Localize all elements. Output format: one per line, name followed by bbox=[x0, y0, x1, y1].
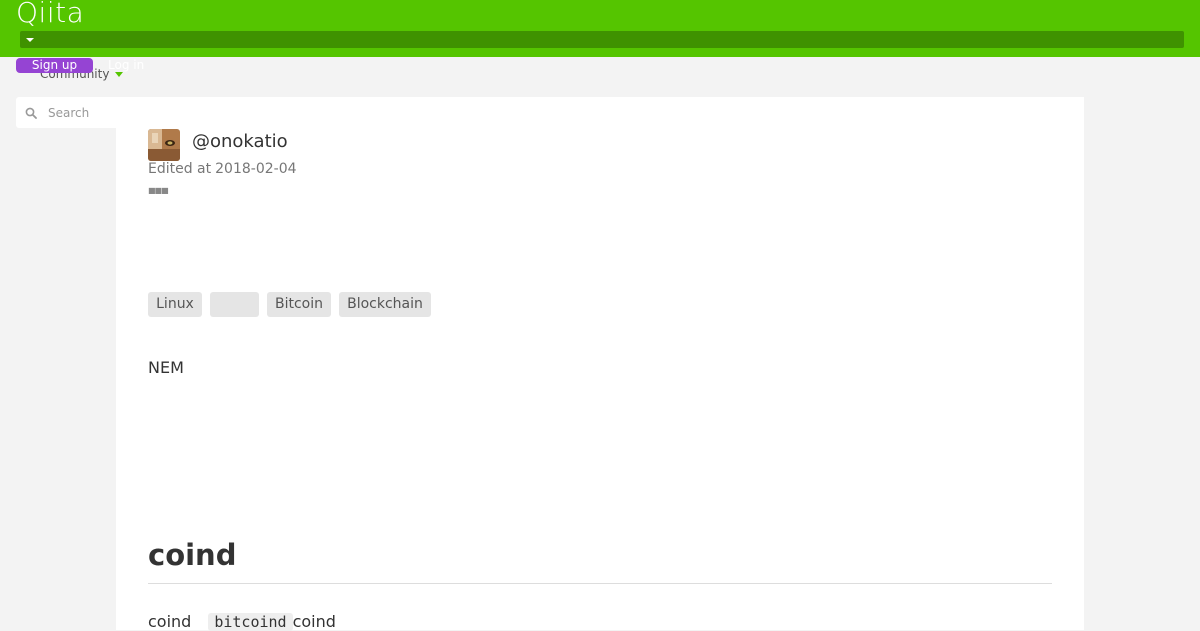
login-link[interactable]: Log in bbox=[108, 58, 144, 73]
edited-date: 2018-02-04 bbox=[215, 161, 297, 177]
search-icon bbox=[25, 107, 37, 119]
top-header-bar: Qiita bbox=[0, 0, 1200, 57]
tag-untitled[interactable] bbox=[210, 292, 259, 317]
search-input[interactable] bbox=[48, 97, 126, 128]
paragraph-prefix: coind bbox=[148, 612, 192, 631]
caret-down-icon bbox=[26, 38, 34, 42]
more-dots-icon[interactable]: ■■■ bbox=[148, 186, 169, 195]
tag-bitcoin[interactable]: Bitcoin bbox=[267, 292, 331, 317]
tag-blockchain[interactable]: Blockchain bbox=[339, 292, 431, 317]
section-heading: coind bbox=[148, 538, 237, 572]
heading-divider bbox=[148, 583, 1052, 584]
cat-avatar-image bbox=[148, 129, 180, 161]
paragraph-suffix: coind bbox=[292, 612, 336, 631]
paragraph: coind bitcoind coind bbox=[148, 612, 336, 631]
inline-code: bitcoind bbox=[208, 613, 293, 631]
qiita-logo[interactable]: Qiita bbox=[16, 0, 84, 29]
author-name[interactable]: @onokatio bbox=[192, 131, 288, 152]
tag-linux[interactable]: Linux bbox=[148, 292, 202, 317]
signup-button[interactable]: Sign up bbox=[16, 58, 93, 73]
intro-text: NEM bbox=[148, 358, 184, 377]
edited-label: Edited at bbox=[148, 161, 212, 177]
menu-dropdown-bar[interactable] bbox=[20, 31, 1184, 48]
avatar[interactable] bbox=[148, 129, 180, 161]
edited-info: Edited at 2018-02-04 bbox=[148, 161, 297, 177]
